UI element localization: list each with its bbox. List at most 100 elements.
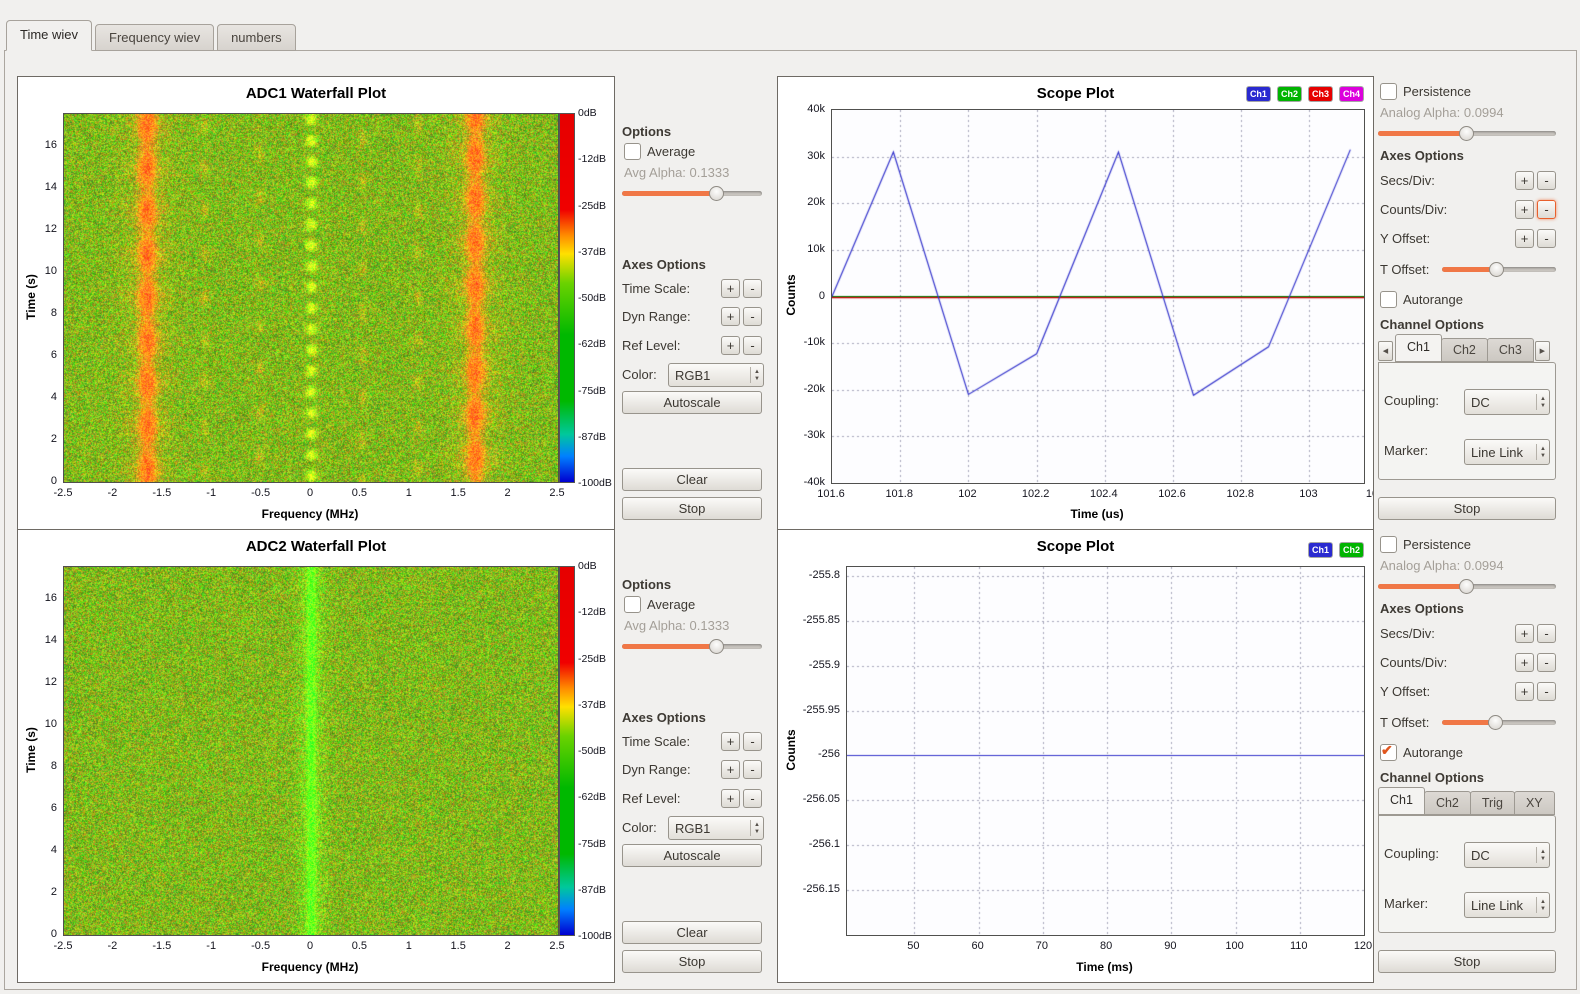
channel-tab-ch3[interactable]: Ch3	[1487, 338, 1534, 362]
average-checkbox[interactable]	[624, 143, 641, 160]
tab-scroll-left-button[interactable]: ◀	[1378, 341, 1393, 361]
tick-label: -2.5	[43, 487, 83, 499]
persistence-checkbox[interactable]	[1380, 83, 1397, 100]
color-select[interactable]: RGB1 ▲▼	[668, 363, 764, 387]
spinner[interactable]: ▲▼	[1536, 444, 1549, 460]
counts-div-minus-button[interactable]: -	[1537, 653, 1556, 672]
counts-div-minus-button[interactable]: -	[1537, 200, 1556, 219]
scope2-plot-canvas[interactable]	[846, 566, 1365, 936]
tick-label: -25dB	[578, 200, 615, 212]
ref-level-plus-button[interactable]: +	[721, 789, 740, 808]
tick-label: 101.8	[875, 488, 923, 500]
slider-handle[interactable]	[709, 639, 724, 654]
tick-label: 102.2	[1012, 488, 1060, 500]
y-offset-minus-button[interactable]: -	[1537, 682, 1556, 701]
channel-tab-trig[interactable]: Trig	[1470, 791, 1515, 815]
time-scale-plus-button[interactable]: +	[721, 732, 740, 751]
dyn-range-plus-button[interactable]: +	[721, 307, 740, 326]
y-offset-plus-button[interactable]: +	[1515, 682, 1534, 701]
channel-tab-xy[interactable]: XY	[1514, 791, 1555, 815]
secs-div-row: Secs/Div: + -	[1380, 171, 1556, 190]
coupling-select[interactable]: DC ▲▼	[1464, 389, 1550, 415]
tick-label: -255.95	[778, 704, 840, 716]
autoscale-button[interactable]: Autoscale	[622, 844, 762, 867]
secs-div-minus-button[interactable]: -	[1537, 624, 1556, 643]
slider-handle[interactable]	[1488, 715, 1503, 730]
autorange-checkbox[interactable]	[1380, 291, 1397, 308]
slider-handle[interactable]	[1459, 126, 1474, 141]
tab-scroll-right-button[interactable]: ▶	[1535, 341, 1550, 361]
ref-level-minus-button[interactable]: -	[743, 789, 762, 808]
dyn-range-plus-button[interactable]: +	[721, 760, 740, 779]
spinner[interactable]: ▲▼	[1536, 394, 1549, 410]
analog-alpha-label: Analog Alpha: 0.0994	[1380, 105, 1504, 120]
persistence-checkbox[interactable]	[1380, 536, 1397, 553]
waterfall2-plot-canvas[interactable]	[63, 566, 559, 936]
tab-numbers[interactable]: numbers	[217, 24, 296, 51]
y-offset-minus-button[interactable]: -	[1537, 229, 1556, 248]
secs-div-plus-button[interactable]: +	[1515, 171, 1534, 190]
ref-level-label: Ref Level:	[622, 791, 681, 806]
marker-label: Marker:	[1384, 443, 1428, 458]
counts-div-label: Counts/Div:	[1380, 202, 1447, 217]
tick-label: 1.5	[438, 940, 478, 952]
clear-button[interactable]: Clear	[622, 921, 762, 944]
coupling-select[interactable]: DC ▲▼	[1464, 842, 1550, 868]
spinner[interactable]: ▲▼	[750, 367, 763, 383]
dyn-range-minus-button[interactable]: -	[743, 760, 762, 779]
ch2-badge: Ch2	[1340, 543, 1363, 557]
channel-tab-ch1[interactable]: Ch1	[1378, 787, 1425, 815]
marker-select[interactable]: Line Link ▲▼	[1464, 892, 1550, 918]
slider-handle[interactable]	[1489, 262, 1504, 277]
spinner[interactable]: ▲▼	[1536, 847, 1549, 863]
dyn-range-minus-button[interactable]: -	[743, 307, 762, 326]
secs-div-minus-button[interactable]: -	[1537, 171, 1556, 190]
color-select[interactable]: RGB1 ▲▼	[668, 816, 764, 840]
spinner[interactable]: ▲▼	[750, 820, 763, 836]
spinner-up-icon: ▲	[1540, 446, 1546, 452]
time-scale-plus-button[interactable]: +	[721, 279, 740, 298]
autorange-checkbox[interactable]	[1380, 744, 1397, 761]
time-scale-minus-button[interactable]: -	[743, 279, 762, 298]
channel-tab-ch2[interactable]: Ch2	[1441, 338, 1488, 362]
avg-alpha-slider[interactable]	[622, 639, 762, 654]
average-checkbox[interactable]	[624, 596, 641, 613]
tick-label: 110	[1275, 940, 1323, 952]
spinner[interactable]: ▲▼	[1536, 897, 1549, 913]
y-offset-row: Y Offset: + -	[1380, 229, 1556, 248]
counts-div-plus-button[interactable]: +	[1515, 200, 1534, 219]
scope1-plot-canvas[interactable]	[831, 109, 1365, 484]
channel-options-header: Channel Options	[1380, 317, 1484, 332]
color-row: Color: RGB1 ▲▼	[622, 363, 762, 387]
y-offset-plus-button[interactable]: +	[1515, 229, 1534, 248]
time-scale-minus-button[interactable]: -	[743, 732, 762, 751]
marker-select-value: Line Link	[1465, 445, 1536, 460]
ch1-badge: Ch1	[1247, 87, 1270, 101]
ch2-badge: Ch2	[1278, 87, 1301, 101]
secs-div-plus-button[interactable]: +	[1515, 624, 1534, 643]
t-offset-slider[interactable]	[1442, 262, 1556, 277]
avg-alpha-slider[interactable]	[622, 186, 762, 201]
analog-alpha-slider[interactable]	[1378, 126, 1556, 141]
ref-level-plus-button[interactable]: +	[721, 336, 740, 355]
tab-time-view[interactable]: Time wiev	[6, 20, 92, 51]
channel-tab-ch1[interactable]: Ch1	[1395, 334, 1442, 362]
clear-button[interactable]: Clear	[622, 468, 762, 491]
t-offset-slider[interactable]	[1442, 715, 1556, 730]
ref-level-minus-button[interactable]: -	[743, 336, 762, 355]
stop-button[interactable]: Stop	[622, 950, 762, 973]
tab-frequency-view[interactable]: Frequency wiev	[95, 24, 214, 51]
channel-tab-bar: Ch1 Ch2 Trig XY	[1378, 789, 1554, 815]
marker-select[interactable]: Line Link ▲▼	[1464, 439, 1550, 465]
slider-handle[interactable]	[1459, 579, 1474, 594]
waterfall1-plot-canvas[interactable]	[63, 113, 559, 483]
autoscale-button[interactable]: Autoscale	[622, 391, 762, 414]
stop-button[interactable]: Stop	[1378, 497, 1556, 520]
tick-label: -255.85	[778, 614, 840, 626]
channel-tab-ch2[interactable]: Ch2	[1424, 791, 1471, 815]
analog-alpha-slider[interactable]	[1378, 579, 1556, 594]
stop-button[interactable]: Stop	[622, 497, 762, 520]
slider-handle[interactable]	[709, 186, 724, 201]
counts-div-plus-button[interactable]: +	[1515, 653, 1534, 672]
stop-button[interactable]: Stop	[1378, 950, 1556, 973]
